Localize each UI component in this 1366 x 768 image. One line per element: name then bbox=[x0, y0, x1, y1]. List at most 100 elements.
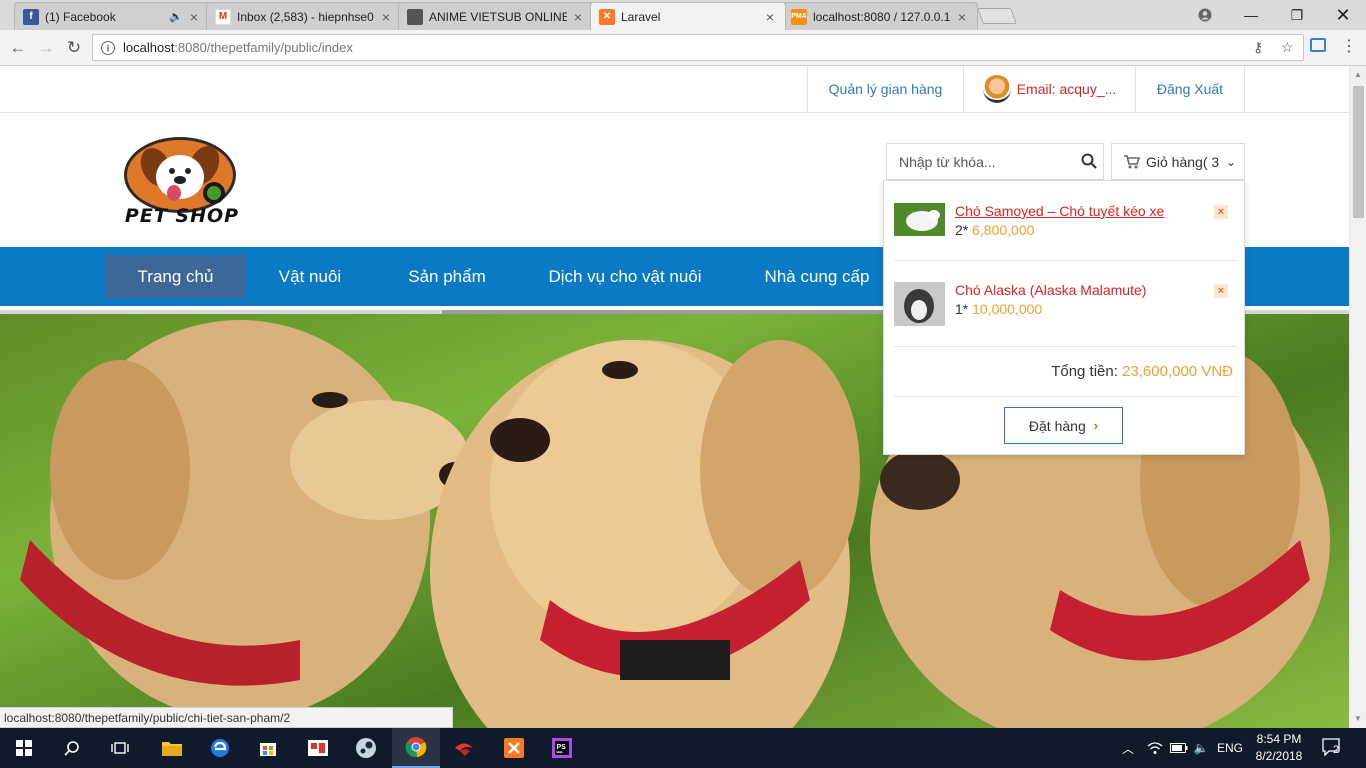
tab-phpmyadmin[interactable]: PMA localhost:8080 / 127.0.0.1 × bbox=[782, 2, 978, 30]
product-thumbnail[interactable] bbox=[894, 203, 945, 236]
scrollbar-thumb[interactable] bbox=[1353, 86, 1364, 218]
divider bbox=[894, 396, 1236, 397]
cart-item-name-link[interactable]: Chó Samoyed – Chó tuyết kéo xe bbox=[955, 203, 1164, 219]
nav-pet-services[interactable]: Dịch vụ cho vật nuôi bbox=[535, 255, 715, 298]
search-icon[interactable] bbox=[48, 728, 96, 768]
store-icon[interactable] bbox=[244, 728, 292, 768]
logout-link[interactable]: Đăng Xuất bbox=[1135, 66, 1245, 112]
windows-taskbar: PS ︿ 🔈 ENG 8:54 PM 8/2/2018 2 bbox=[0, 728, 1366, 768]
cart-item-qty-price: 2* 6,800,000 bbox=[955, 222, 1035, 238]
tab-title: (1) Facebook bbox=[45, 9, 116, 24]
battery-icon[interactable] bbox=[1168, 728, 1190, 768]
tab-facebook[interactable]: f (1) Facebook 🔈 × bbox=[14, 2, 210, 30]
user-email: Email: acquy_... bbox=[1016, 81, 1117, 97]
forward-arrow-icon[interactable]: → bbox=[34, 36, 58, 60]
remove-item-icon[interactable]: × bbox=[1214, 205, 1228, 219]
page-scrollbar[interactable]: ▲ ▼ bbox=[1349, 66, 1366, 728]
garena-icon[interactable] bbox=[440, 728, 488, 768]
extension-icon[interactable] bbox=[1310, 38, 1326, 52]
clock[interactable]: 8:54 PM 8/2/2018 bbox=[1248, 731, 1310, 765]
logo-text: PET SHOP bbox=[124, 205, 240, 227]
chevron-right-icon: › bbox=[1093, 418, 1099, 433]
order-button[interactable]: Đặt hàng › bbox=[1004, 407, 1123, 444]
gmail-icon: M bbox=[215, 8, 231, 25]
page-viewport: Quản lý gian hàng Email: acquy_... Đăng … bbox=[0, 66, 1349, 728]
speaker-icon[interactable]: 🔈 bbox=[169, 10, 183, 23]
clock-time: 8:54 PM bbox=[1256, 732, 1302, 746]
cart-dropdown: Chó Samoyed – Chó tuyết kéo xe 2* 6,800,… bbox=[883, 180, 1245, 455]
reload-icon[interactable]: ↻ bbox=[62, 36, 86, 60]
remove-item-icon[interactable]: × bbox=[1214, 284, 1228, 298]
steam-icon[interactable] bbox=[342, 728, 390, 768]
divider bbox=[894, 260, 1236, 261]
menu-icon[interactable]: ⋮ bbox=[1340, 36, 1358, 58]
volume-icon[interactable]: 🔈 bbox=[1190, 728, 1212, 768]
chrome-icon[interactable] bbox=[392, 728, 440, 768]
app-icon[interactable] bbox=[294, 728, 342, 768]
close-icon[interactable]: × bbox=[955, 9, 969, 25]
product-thumbnail[interactable] bbox=[894, 282, 945, 326]
nav-products[interactable]: Sản phẩm bbox=[392, 255, 502, 298]
input-language[interactable]: ENG bbox=[1214, 728, 1246, 768]
close-icon[interactable]: × bbox=[763, 9, 777, 25]
address-bar[interactable]: i localhost:8080/thepetfamily/public/ind… bbox=[92, 34, 1304, 61]
cart-total: Tổng tiền: 23,600,000 VNĐ bbox=[1051, 363, 1233, 380]
cart-icon bbox=[1124, 154, 1140, 168]
tab-title: localhost:8080 / 127.0.0.1 bbox=[813, 9, 951, 24]
browser-toolbar: ← → ↻ i localhost:8080/thepetfamily/publ… bbox=[0, 30, 1366, 66]
action-center-icon[interactable]: 2 bbox=[1322, 738, 1344, 758]
star-icon[interactable]: ☆ bbox=[1281, 39, 1294, 56]
url-path: :8080/thepetfamily/public/index bbox=[174, 40, 353, 55]
edge-icon[interactable] bbox=[196, 728, 244, 768]
order-label: Đặt hàng bbox=[1028, 417, 1086, 434]
close-window-button[interactable]: ✕ bbox=[1320, 0, 1366, 30]
status-url: localhost:8080/thepetfamily/public/chi-t… bbox=[0, 707, 453, 728]
chevron-up-icon[interactable]: ︿ bbox=[1118, 728, 1138, 768]
browser-tab-strip: f (1) Facebook 🔈 × M Inbox (2,583) - hie… bbox=[0, 0, 1366, 30]
profile-icon[interactable] bbox=[1182, 0, 1228, 30]
phpmyadmin-icon: PMA bbox=[791, 8, 807, 25]
svg-text:PS: PS bbox=[557, 744, 567, 751]
info-icon[interactable]: i bbox=[101, 40, 115, 55]
search-input[interactable] bbox=[899, 153, 1079, 170]
nav-suppliers[interactable]: Nhà cung cấp bbox=[752, 255, 882, 298]
facebook-icon: f bbox=[23, 8, 39, 25]
key-icon[interactable]: ⚷ bbox=[1253, 39, 1263, 56]
clock-date: 8/2/2018 bbox=[1255, 749, 1303, 763]
pet-shop-logo[interactable]: PET SHOP bbox=[118, 135, 242, 229]
cart-item-name-link[interactable]: Chó Alaska (Alaska Malamute) bbox=[955, 282, 1146, 298]
cart-item-qty-price: 1* 10,000,000 bbox=[955, 301, 1043, 317]
cart-label: Giỏ hàng( 3 bbox=[1146, 153, 1220, 170]
phpstorm-icon[interactable]: PS bbox=[538, 728, 586, 768]
search-icon[interactable] bbox=[1081, 153, 1097, 169]
new-tab-button[interactable] bbox=[977, 8, 1017, 24]
xampp-icon[interactable] bbox=[490, 728, 538, 768]
cart-button[interactable]: Giỏ hàng( 3 ⌄ bbox=[1111, 143, 1245, 180]
close-icon[interactable]: × bbox=[379, 9, 393, 25]
chevron-down-icon: ⌄ bbox=[1225, 155, 1236, 169]
tab-title: Inbox (2,583) - hiepnhse0 bbox=[237, 9, 374, 24]
task-view-icon[interactable] bbox=[96, 728, 144, 768]
tab-title: ANIME VIETSUB ONLINE bbox=[429, 9, 567, 24]
manage-store-link[interactable]: Quản lý gian hàng bbox=[807, 66, 963, 112]
nav-home[interactable]: Trang chủ bbox=[105, 255, 246, 298]
top-bar: Quản lý gian hàng Email: acquy_... Đăng … bbox=[0, 66, 1349, 113]
file-explorer-icon[interactable] bbox=[148, 728, 196, 768]
nav-pets[interactable]: Vật nuôi bbox=[260, 255, 360, 298]
close-icon[interactable]: × bbox=[187, 9, 201, 25]
tab-anime[interactable]: ANIME VIETSUB ONLINE × bbox=[398, 2, 594, 30]
divider bbox=[894, 346, 1236, 347]
windows-start-icon[interactable] bbox=[0, 728, 48, 768]
tab-laravel[interactable]: ✕ Laravel × bbox=[590, 2, 786, 30]
wifi-icon[interactable] bbox=[1144, 728, 1166, 768]
url-host: localhost bbox=[123, 40, 175, 55]
anime-icon bbox=[407, 8, 423, 25]
maximize-button[interactable]: ❐ bbox=[1274, 0, 1320, 30]
search-box bbox=[886, 143, 1104, 180]
minimize-button[interactable]: — bbox=[1228, 0, 1274, 30]
tab-gmail[interactable]: M Inbox (2,583) - hiepnhse0 × bbox=[206, 2, 402, 30]
notification-count: 2 bbox=[1333, 744, 1340, 756]
user-email-link[interactable]: Email: acquy_... bbox=[963, 66, 1135, 112]
back-arrow-icon[interactable]: ← bbox=[6, 36, 30, 60]
close-icon[interactable]: × bbox=[571, 9, 585, 25]
